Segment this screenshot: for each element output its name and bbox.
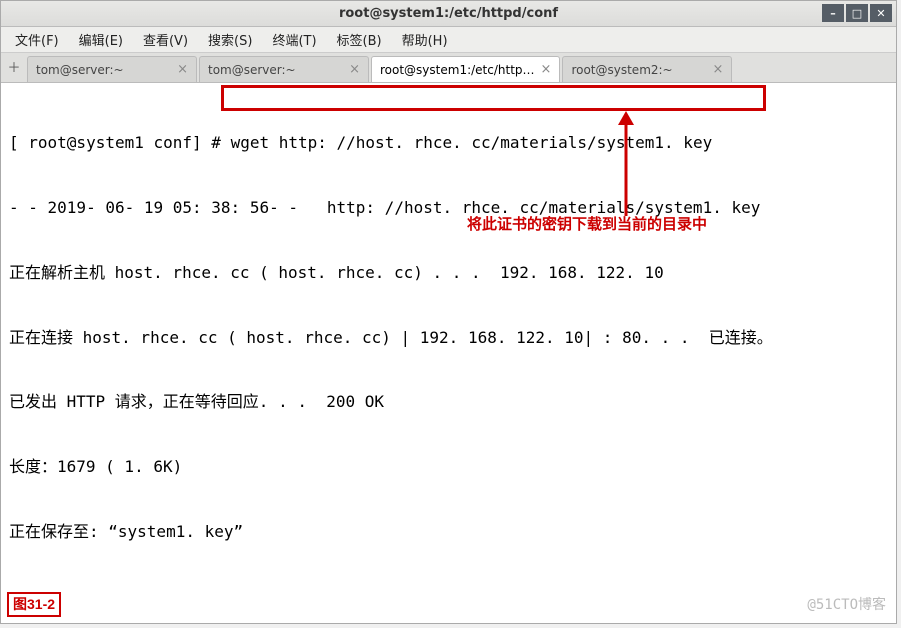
close-button[interactable] <box>870 4 892 22</box>
menu-tabs[interactable]: 标签(B) <box>329 28 390 51</box>
menubar: 文件(F) 编辑(E) 查看(V) 搜索(S) 终端(T) 标签(B) 帮助(H… <box>1 27 896 53</box>
tab-label: tom@server:~ <box>36 63 171 77</box>
terminal-line: [ root@system1 conf] # wget http: //host… <box>9 132 888 154</box>
terminal-line: 正在连接 host. rhce. cc ( host. rhce. cc) | … <box>9 327 888 349</box>
terminal-area[interactable]: [ root@system1 conf] # wget http: //host… <box>1 83 896 623</box>
tab-label: root@system2:~ <box>571 63 706 77</box>
tab-2[interactable]: root@system1:/etc/http… × <box>371 56 560 82</box>
terminal-window: root@system1:/etc/httpd/conf 文件(F) 编辑(E)… <box>0 0 897 624</box>
menu-file[interactable]: 文件(F) <box>7 28 67 51</box>
watermark: @51CTO博客 <box>807 596 886 615</box>
menu-terminal[interactable]: 终端(T) <box>264 28 324 51</box>
window-controls <box>822 4 892 22</box>
terminal-line: - - 2019- 06- 19 05: 38: 56- - http: //h… <box>9 197 888 219</box>
minimize-button[interactable] <box>822 4 844 22</box>
tab-0[interactable]: tom@server:~ × <box>27 56 197 82</box>
menu-edit[interactable]: 编辑(E) <box>71 28 131 51</box>
terminal-line: 正在解析主机 host. rhce. cc ( host. rhce. cc) … <box>9 262 888 284</box>
tab-close-icon[interactable]: × <box>177 62 188 77</box>
tabbar: ＋ tom@server:~ × tom@server:~ × root@sys… <box>1 53 896 83</box>
titlebar: root@system1:/etc/httpd/conf <box>1 1 896 27</box>
tab-close-icon[interactable]: × <box>349 62 360 77</box>
annotation-highlight-box <box>221 85 766 111</box>
figure-label: 图31-2 <box>7 592 61 617</box>
command: wget http: //host. rhce. cc/materials/sy… <box>231 133 713 152</box>
terminal-line: 长度：1679 ( 1. 6K) <box>9 456 888 478</box>
terminal-line: 正在保存至: “system1. key” <box>9 521 888 543</box>
tab-3[interactable]: root@system2:~ × <box>562 56 732 82</box>
new-tab-button[interactable]: ＋ <box>1 57 27 82</box>
tab-close-icon[interactable]: × <box>713 62 724 77</box>
window-title: root@system1:/etc/httpd/conf <box>1 6 896 21</box>
tab-1[interactable]: tom@server:~ × <box>199 56 369 82</box>
annotation-text: 将此证书的密钥下载到当前的目录中 <box>467 215 707 235</box>
maximize-button[interactable] <box>846 4 868 22</box>
menu-view[interactable]: 查看(V) <box>135 28 196 51</box>
tab-close-icon[interactable]: × <box>541 62 552 77</box>
prompt: [ root@system1 conf] # <box>9 133 231 152</box>
menu-help[interactable]: 帮助(H) <box>394 28 456 51</box>
tab-label: root@system1:/etc/http… <box>380 63 535 77</box>
terminal-line: 已发出 HTTP 请求，正在等待回应. . . 200 OK <box>9 391 888 413</box>
tab-label: tom@server:~ <box>208 63 343 77</box>
menu-search[interactable]: 搜索(S) <box>200 28 260 51</box>
